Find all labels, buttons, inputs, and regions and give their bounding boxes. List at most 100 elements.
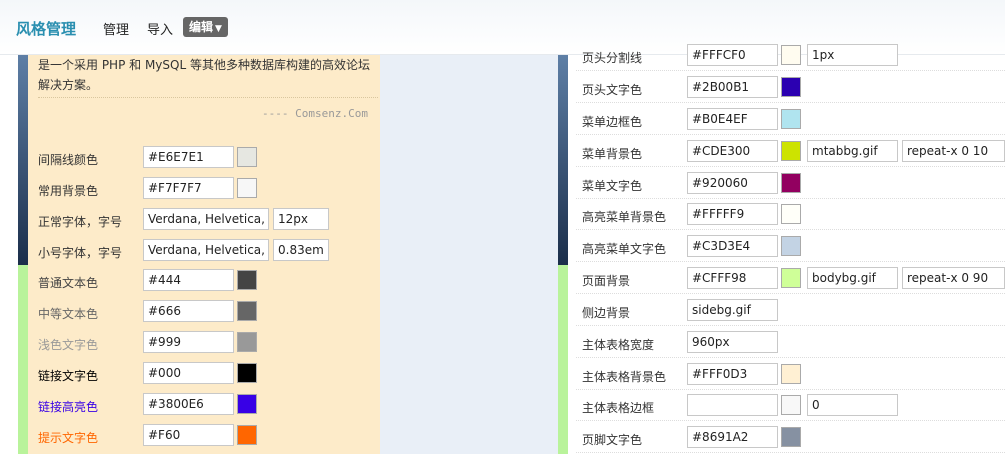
setting-value-input[interactable]: #920060: [687, 172, 778, 194]
nav-manage-link[interactable]: 管理: [103, 19, 129, 38]
color-value-input[interactable]: #3800E6: [143, 393, 234, 415]
color-value-input[interactable]: #999: [143, 331, 234, 353]
setting-label: 正常字体，字号: [38, 215, 123, 229]
setting-label: 主体表格边框: [582, 401, 655, 415]
background-image-input[interactable]: mtabbg.gif: [807, 140, 898, 162]
color-swatch[interactable]: [781, 427, 801, 447]
font-family-input[interactable]: Verdana, Helvetica,: [143, 239, 269, 261]
color-value-input[interactable]: #444: [143, 269, 234, 291]
color-swatch[interactable]: [237, 394, 257, 414]
color-swatch[interactable]: [781, 109, 801, 129]
setting-label: 页头分割线: [582, 51, 643, 65]
setting-label: 主体表格背景色: [582, 370, 667, 384]
color-swatch[interactable]: [237, 301, 257, 321]
row-divider: [576, 293, 1005, 294]
setting-label: 侧边背景: [582, 306, 631, 320]
setting-label: 中等文本色: [38, 307, 99, 321]
setting-value-input[interactable]: [687, 394, 778, 416]
color-swatch[interactable]: [237, 270, 257, 290]
background-image-input[interactable]: bodybg.gif: [807, 267, 898, 289]
setting-label: 链接文字色: [38, 369, 99, 383]
middle-divider-area: [380, 55, 558, 454]
setting-label: 主体表格宽度: [582, 338, 655, 352]
setting-label: 链接高亮色: [38, 400, 99, 414]
setting-value-input[interactable]: #FFFCF0: [687, 44, 778, 66]
font-family-input[interactable]: Verdana, Helvetica,: [143, 208, 269, 230]
background-repeat-input[interactable]: repeat-x 0 10: [902, 140, 1005, 162]
color-swatch[interactable]: [781, 236, 801, 256]
intro-box: 是一个采用 PHP 和 MySQL 等其他多种数据库构建的高效论坛解决方案。 -…: [18, 55, 378, 120]
color-swatch[interactable]: [237, 363, 257, 383]
setting-value-input[interactable]: #2B00B1: [687, 76, 778, 98]
font-size-input[interactable]: 0.83em: [273, 239, 329, 261]
color-swatch[interactable]: [237, 425, 257, 445]
row-divider: [576, 229, 1005, 230]
setting-value-input[interactable]: #B0E4EF: [687, 108, 778, 130]
setting-label: 普通文本色: [38, 276, 99, 290]
font-size-input[interactable]: 12px: [273, 208, 329, 230]
page-title: 风格管理: [16, 20, 77, 38]
color-value-input[interactable]: #F7F7F7: [143, 177, 234, 199]
row-divider: [576, 420, 1005, 421]
row-divider: [576, 357, 1005, 358]
color-swatch[interactable]: [781, 77, 801, 97]
nav-import-link[interactable]: 导入: [147, 19, 173, 38]
nav-edit-label: 编辑: [189, 20, 214, 34]
setting-value-input[interactable]: #CFFF98: [687, 267, 778, 289]
row-divider: [576, 261, 1005, 262]
color-swatch[interactable]: [781, 45, 801, 65]
intro-credit: ---- Comsenz.Com: [262, 107, 368, 120]
right-decorative-stripe-green: [558, 265, 568, 454]
row-divider: [576, 325, 1005, 326]
setting-value-input[interactable]: sidebg.gif: [687, 299, 778, 321]
setting-label: 浅色文字色: [38, 338, 99, 352]
setting-label: 高亮菜单背景色: [582, 210, 667, 224]
setting-label: 小号字体，字号: [38, 246, 123, 260]
color-swatch[interactable]: [237, 147, 257, 167]
color-swatch[interactable]: [237, 178, 257, 198]
setting-label: 提示文字色: [38, 431, 99, 445]
color-swatch[interactable]: [781, 204, 801, 224]
setting-value-input[interactable]: #C3D3E4: [687, 235, 778, 257]
setting-value-input[interactable]: #8691A2: [687, 426, 778, 448]
color-value-input[interactable]: #F60: [143, 424, 234, 446]
background-repeat-input[interactable]: repeat-x 0 90: [902, 267, 1005, 289]
setting-label: 页脚文字色: [582, 433, 643, 447]
intro-text: 是一个采用 PHP 和 MySQL 等其他多种数据库构建的高效论坛解决方案。: [38, 58, 370, 92]
row-divider: [576, 198, 1005, 199]
row-divider: [576, 166, 1005, 167]
color-value-input[interactable]: #000: [143, 362, 234, 384]
setting-label: 页头文字色: [582, 83, 643, 97]
color-value-input[interactable]: #666: [143, 300, 234, 322]
setting-label: 页面背景: [582, 274, 631, 288]
setting-value-input[interactable]: #FFFFF9: [687, 203, 778, 225]
row-divider: [576, 70, 1005, 71]
setting-label: 菜单边框色: [582, 115, 643, 129]
setting-label: 常用背景色: [38, 184, 99, 198]
row-divider: [576, 389, 1005, 390]
color-swatch[interactable]: [237, 332, 257, 352]
setting-label: 菜单背景色: [582, 147, 643, 161]
color-swatch[interactable]: [781, 364, 801, 384]
intro-divider: [38, 97, 378, 98]
setting-value-input[interactable]: #CDE300: [687, 140, 778, 162]
setting-value-input[interactable]: #FFF0D3: [687, 363, 778, 385]
chevron-down-icon: ▼: [215, 24, 222, 34]
row-divider: [576, 452, 1005, 453]
color-swatch[interactable]: [781, 173, 801, 193]
setting-value-input[interactable]: 960px: [687, 331, 778, 353]
color-swatch[interactable]: [781, 268, 801, 288]
row-divider: [576, 102, 1005, 103]
setting-label: 菜单文字色: [582, 179, 643, 193]
nav-edit-dropdown[interactable]: 编辑 ▼: [183, 17, 228, 37]
color-swatch[interactable]: [781, 395, 801, 415]
setting-label: 高亮菜单文字色: [582, 242, 667, 256]
left-decorative-stripe-green: [18, 265, 28, 454]
border-width-input[interactable]: 1px: [807, 44, 898, 66]
border-width-input[interactable]: 0: [807, 394, 898, 416]
color-value-input[interactable]: #E6E7E1: [143, 146, 234, 168]
row-divider: [576, 134, 1005, 135]
color-swatch[interactable]: [781, 141, 801, 161]
right-decorative-stripe: [558, 55, 568, 265]
setting-label: 间隔线颜色: [38, 153, 99, 167]
